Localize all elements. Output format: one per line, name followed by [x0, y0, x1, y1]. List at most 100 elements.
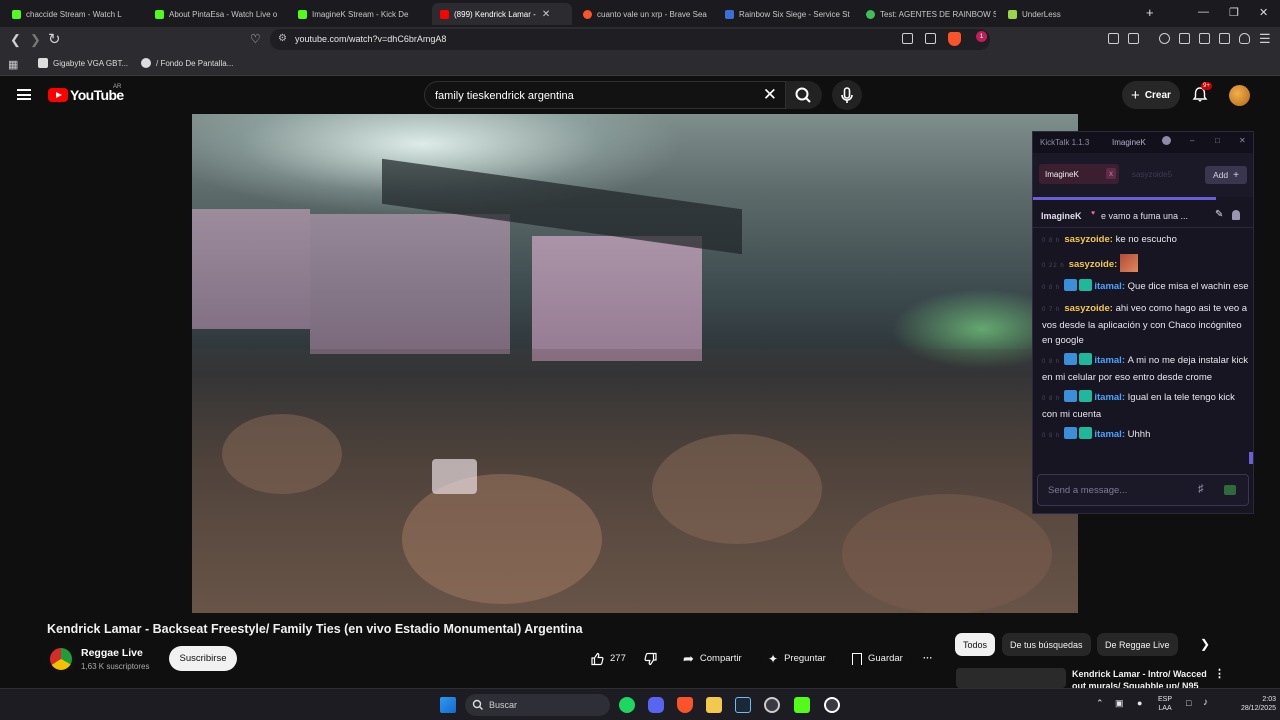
- close-window-icon[interactable]: ✕: [1259, 6, 1268, 19]
- chat-message[interactable]: 0 8 h itamal: Que dice misa el wachin ese: [1033, 277, 1253, 299]
- extensions-icon[interactable]: [1108, 33, 1119, 44]
- close-chat-tab-icon[interactable]: x: [1106, 168, 1116, 179]
- wallet-icon[interactable]: [1199, 33, 1210, 44]
- youtube-logo-icon[interactable]: [48, 88, 68, 102]
- avatar[interactable]: [1229, 85, 1250, 106]
- recommended-menu-icon[interactable]: ⋮: [1214, 667, 1225, 680]
- chat-tab-sasyzoide[interactable]: sasyzoide5: [1132, 170, 1172, 179]
- more-actions-button[interactable]: ···: [918, 646, 938, 671]
- settings-gear-icon[interactable]: [1162, 136, 1171, 145]
- ask-button[interactable]: ✦ Preguntar: [760, 646, 834, 671]
- back-icon[interactable]: ❮: [10, 32, 21, 48]
- voice-search-button[interactable]: [832, 80, 862, 110]
- chip-de-reggae-live[interactable]: De Reggae Live: [1097, 633, 1178, 656]
- windows-start-icon[interactable]: [440, 697, 456, 713]
- browser-tab[interactable]: About PintaEsa - Watch Live o: [147, 3, 285, 25]
- share-icon[interactable]: [925, 33, 936, 44]
- site-info-icon[interactable]: ⚙: [278, 33, 287, 44]
- app-icon[interactable]: [764, 697, 780, 713]
- translate-icon[interactable]: ♯: [1198, 483, 1204, 495]
- volume-icon[interactable]: ♪: [1203, 698, 1208, 708]
- like-button[interactable]: 277: [582, 646, 634, 671]
- chat-message[interactable]: 0 7 h sasyzoide: ahi veo como hago asi te…: [1033, 299, 1253, 351]
- steam-icon[interactable]: [735, 697, 751, 713]
- tray-chevron-icon[interactable]: ⌃: [1096, 699, 1104, 708]
- subscribe-button[interactable]: Suscribirse: [169, 646, 237, 671]
- search-input[interactable]: family tieskendrick argentina ✕: [424, 81, 786, 109]
- screen-cast-icon[interactable]: [902, 33, 913, 44]
- chat-username[interactable]: itamal: [1094, 281, 1121, 292]
- create-button[interactable]: + Crear: [1122, 81, 1180, 109]
- reload-icon[interactable]: ↻: [48, 30, 61, 48]
- chat-message[interactable]: 0 8 h itamal: A mi no me deja instalar ki…: [1033, 351, 1253, 388]
- minimize-icon[interactable]: –: [1190, 136, 1194, 145]
- hamburger-menu-icon[interactable]: [17, 89, 31, 100]
- sidebar-icon[interactable]: [1179, 33, 1190, 44]
- network-icon[interactable]: □: [1186, 699, 1191, 708]
- dislike-button[interactable]: [636, 646, 666, 671]
- chevron-right-icon[interactable]: ❯: [1200, 637, 1210, 651]
- browser-tab[interactable]: UnderLess: [1000, 3, 1130, 25]
- brave-shields-icon[interactable]: [948, 32, 961, 46]
- taskbar-search[interactable]: Buscar: [465, 694, 610, 716]
- address-bar[interactable]: ⚙ youtube.com/watch?v=dhC6brAmgA8: [270, 29, 990, 50]
- kick-icon[interactable]: [794, 697, 810, 713]
- maximize-icon[interactable]: □: [1215, 136, 1220, 145]
- app-icon[interactable]: [824, 697, 840, 713]
- emote-picker-icon[interactable]: [1224, 485, 1236, 495]
- chat-username[interactable]: sasyzoide: [1069, 259, 1114, 270]
- discord-icon[interactable]: [648, 697, 664, 713]
- chat-username[interactable]: itamal: [1094, 355, 1121, 366]
- forward-icon[interactable]: ❯: [30, 32, 41, 48]
- search-button[interactable]: [786, 81, 822, 109]
- browser-tab-active[interactable]: (899) Kendrick Lamar - ✕: [432, 3, 572, 25]
- bookmark-item[interactable]: Gigabyte VGA GBT...: [38, 58, 128, 68]
- browser-tab[interactable]: ImagineK Stream - Kick De: [290, 3, 428, 25]
- kicktalk-chat-window[interactable]: KickTalk 1.1.3 ImagineK – □ ✕ ImagineK x…: [1032, 131, 1254, 514]
- apps-grid-icon[interactable]: ▦: [8, 58, 18, 71]
- chat-message[interactable]: 0 22 h sasyzoide:: [1033, 252, 1253, 277]
- chat-message[interactable]: 0 8 h itamal: Uhhh: [1033, 425, 1253, 447]
- chip-todos[interactable]: Todos: [955, 633, 996, 656]
- file-explorer-icon[interactable]: [706, 697, 722, 713]
- browser-tab[interactable]: cuanto vale un xrp - Brave Sea: [575, 3, 713, 25]
- chat-message-input[interactable]: Send a message... ♯: [1037, 474, 1249, 506]
- video-player[interactable]: [192, 114, 1078, 613]
- add-chat-button[interactable]: Add +: [1205, 166, 1247, 184]
- save-button[interactable]: Guardar: [844, 646, 911, 671]
- chat-username[interactable]: sasyzoide: [1064, 303, 1109, 314]
- chat-username[interactable]: sasyzoide: [1064, 234, 1109, 245]
- new-tab-button[interactable]: +: [1146, 5, 1154, 20]
- channel-avatar[interactable]: [47, 645, 75, 673]
- chat-scrollbar-thumb[interactable]: [1249, 452, 1253, 464]
- pinned-message[interactable]: ImagineK ♥ e vamo a fuma una ... ✎: [1033, 204, 1253, 228]
- minimize-icon[interactable]: —: [1198, 6, 1209, 18]
- recommended-video-title[interactable]: Kendrick Lamar - Intro/ Wacced out mural…: [1072, 668, 1212, 688]
- close-window-icon[interactable]: ✕: [1239, 136, 1246, 145]
- recommended-thumbnail[interactable]: [956, 668, 1066, 688]
- pin-icon[interactable]: ✎: [1215, 209, 1223, 220]
- media-icon[interactable]: [1159, 33, 1170, 44]
- restore-icon[interactable]: ❐: [1229, 6, 1239, 19]
- user-icon[interactable]: [1232, 210, 1240, 220]
- channel-name[interactable]: Reggae Live: [81, 647, 143, 659]
- chat-message[interactable]: 0 8 h sasyzoide: ke no escucho: [1033, 230, 1253, 252]
- chat-username[interactable]: itamal: [1094, 429, 1121, 440]
- tab-search-icon[interactable]: [1128, 33, 1139, 44]
- chip-de-tus-busquedas[interactable]: De tus búsquedas: [1002, 633, 1091, 656]
- bookmark-item[interactable]: / Fondo De Pantalla...: [141, 58, 233, 68]
- tray-app-icon[interactable]: ▣: [1115, 699, 1124, 708]
- chat-tab-imaginek[interactable]: ImagineK x: [1039, 164, 1119, 184]
- vpn-icon[interactable]: [1239, 33, 1250, 44]
- brave-icon[interactable]: [677, 697, 693, 713]
- bookmark-icon[interactable]: ♡: [250, 32, 261, 46]
- browser-menu-icon[interactable]: ☰: [1259, 31, 1271, 47]
- input-language[interactable]: ESP LAA: [1158, 695, 1172, 713]
- share-button[interactable]: ➦ Compartir: [675, 646, 750, 671]
- browser-tab[interactable]: chaccide Stream - Watch L: [4, 3, 140, 25]
- mic-tray-icon[interactable]: ●: [1137, 699, 1142, 708]
- browser-tab[interactable]: Test: AGENTES DE RAINBOW S: [858, 3, 996, 25]
- close-tab-icon[interactable]: ✕: [542, 9, 550, 20]
- clear-search-icon[interactable]: ✕: [763, 85, 777, 105]
- chat-message[interactable]: 0 8 h itamal: Igual en la tele tengo kick…: [1033, 388, 1253, 425]
